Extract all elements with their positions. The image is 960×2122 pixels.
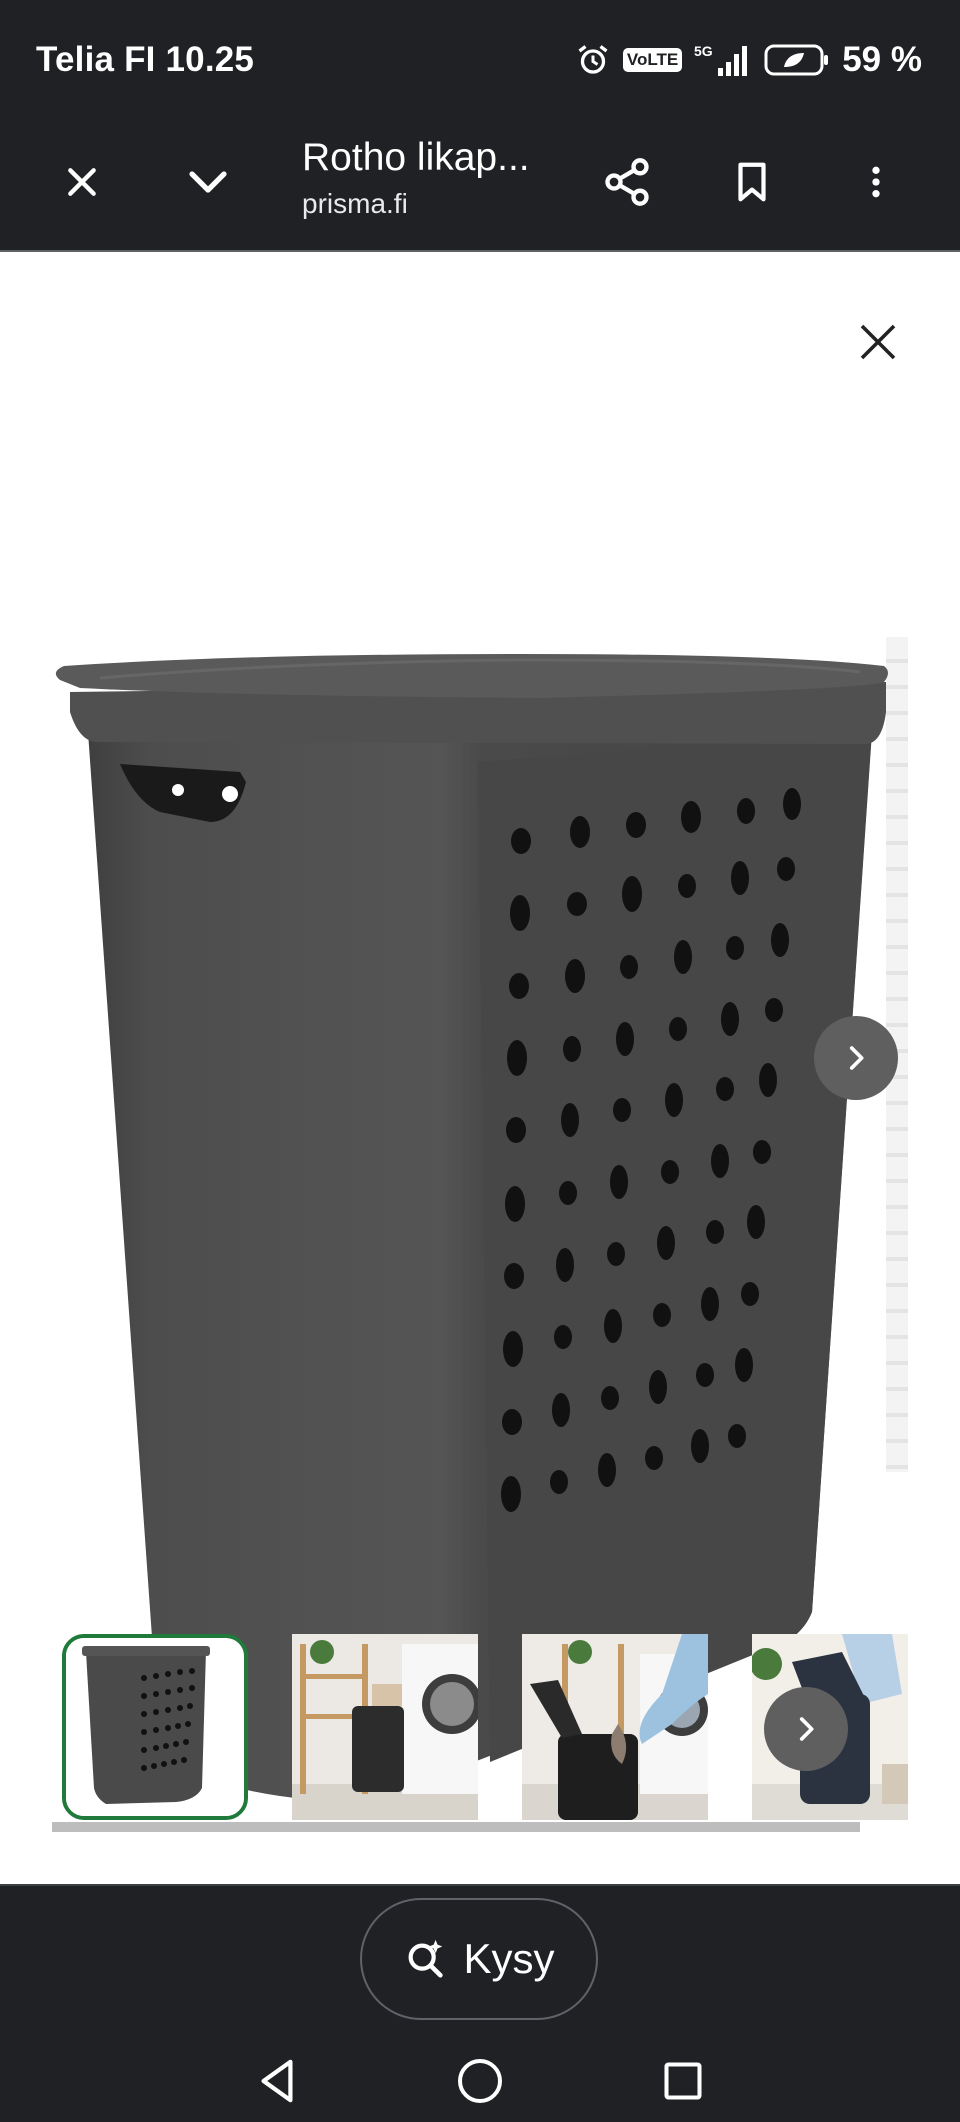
close-viewer-button[interactable] (838, 302, 918, 382)
alarm-icon (575, 42, 611, 78)
status-icons: VoLTE 5G 59 % (575, 40, 922, 80)
back-triangle-icon (261, 2059, 293, 2103)
status-bar: Telia FI 10.25 VoLTE 5G 59 % (0, 0, 960, 112)
thumbnail-2[interactable] (292, 1634, 478, 1820)
share-icon (605, 158, 649, 206)
thumbnail-image (66, 1638, 244, 1816)
thumbnail-scrollbar[interactable] (52, 1822, 860, 1832)
chevron-right-icon (849, 1046, 864, 1070)
battery-percent: 59 % (842, 40, 922, 79)
close-icon (860, 324, 896, 360)
thumbnail-image (522, 1634, 708, 1820)
next-thumbnails-button[interactable] (764, 1687, 848, 1771)
more-options-button[interactable] (834, 140, 918, 224)
nav-recents-button[interactable] (648, 2046, 718, 2116)
bookmark-icon (738, 162, 766, 202)
thumbnail-1[interactable] (62, 1634, 248, 1820)
close-tab-button[interactable] (40, 140, 124, 224)
bookmark-button[interactable] (710, 140, 794, 224)
product-image[interactable] (40, 532, 900, 1822)
home-circle-icon (458, 2059, 502, 2103)
close-icon (68, 168, 96, 196)
ask-button[interactable]: Kysy (360, 1898, 598, 2020)
signal-icon: 5G (694, 42, 752, 78)
carrier-time: Telia FI 10.25 (36, 40, 255, 79)
network-label: 5G (694, 43, 713, 59)
custom-tab-toolbar: Rotho likap... prisma.fi (0, 112, 960, 252)
next-image-button[interactable] (814, 1016, 898, 1100)
chevron-right-icon (799, 1717, 814, 1741)
page-title-block[interactable]: Rotho likap... prisma.fi (302, 130, 530, 220)
battery-icon (764, 43, 830, 77)
thumbnail-image (292, 1634, 478, 1820)
more-vert-icon (872, 166, 880, 198)
minimize-button[interactable] (166, 140, 250, 224)
page-domain: prisma.fi (302, 188, 408, 219)
image-viewer (0, 252, 960, 1884)
page-title: Rotho likap... (302, 136, 530, 179)
share-button[interactable] (585, 140, 669, 224)
thumbnail-3[interactable] (522, 1634, 708, 1820)
nav-back-button[interactable] (242, 2046, 312, 2116)
ask-label: Kysy (463, 1935, 555, 1982)
bottom-bar: Kysy (0, 1884, 960, 2122)
chevron-down-icon (189, 171, 227, 193)
nav-home-button[interactable] (445, 2046, 515, 2116)
volte-badge: VoLTE (622, 48, 683, 72)
recents-square-icon (664, 2062, 702, 2100)
ai-search-icon (409, 1939, 444, 1978)
